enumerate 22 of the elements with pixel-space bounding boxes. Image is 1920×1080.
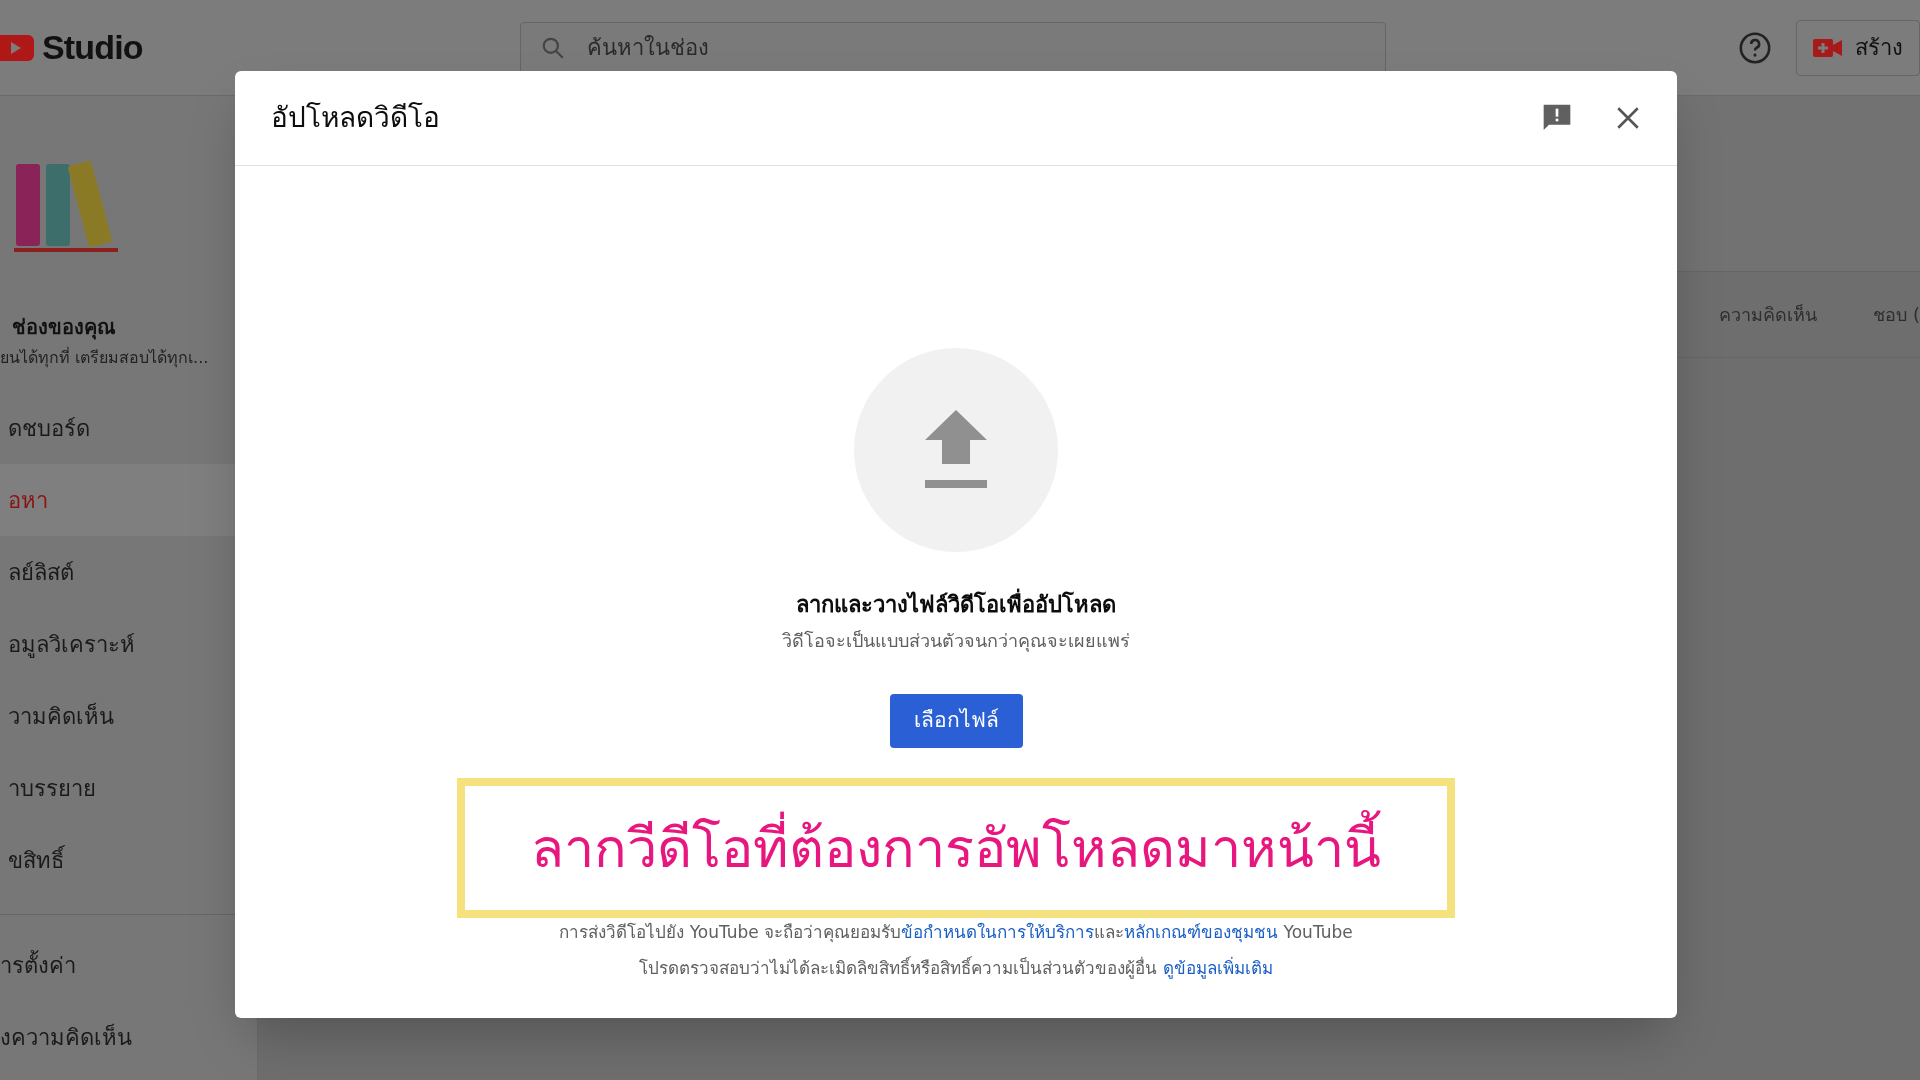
annotation-text: ลากวีดีโอที่ต้องการอัพโหลดมาหน้านี้ [531, 803, 1381, 893]
drop-title: ลากและวางไฟล์วิดีโอเพื่ออัปโหลด [796, 588, 1116, 621]
dialog-title: อัปโหลดวิดีโอ [271, 100, 440, 136]
create-button[interactable]: สร้าง [1796, 19, 1920, 76]
column-header: ชอบ ( [1873, 303, 1920, 327]
logo-text: Studio [42, 27, 143, 68]
terms-text: การส่งวิดีโอไปยัง YouTube จะถือว่าคุณยอมรับข้อกำหนดในการให้บริการและหลักเกณฑ์ของชุมชน YouTube [559, 921, 1353, 945]
terms-text: โปรดตรวจสอบว่าไม่ได้ละเมิดลิขสิทธิ์หรือสิทธิ์ความเป็นส่วนตัวของผู้อื่น ดูข้อมูลเพิ่มเติม [639, 955, 1273, 981]
terms-link[interactable]: ข้อกำหนดในการให้บริการ [901, 922, 1095, 942]
search-field[interactable]: ค้นหาในช่อง [520, 21, 1386, 74]
terms-link[interactable]: หลักเกณฑ์ของชุมชน [1124, 922, 1279, 942]
terms-link[interactable]: ดูข้อมูลเพิ่มเติม [1162, 957, 1273, 978]
upload-arrow-icon [925, 410, 987, 490]
column-header: ความคิดเห็น [1719, 303, 1818, 327]
sidebar-item[interactable]: งความคิดเห็น [0, 1001, 257, 1073]
close-icon[interactable] [1615, 105, 1641, 131]
help-icon[interactable] [1738, 30, 1772, 65]
drop-subtitle: วิดีโอจะเป็นแบบส่วนตัวจนกว่าคุณจะเผยแพร่ [782, 629, 1130, 654]
channel-subtitle: ยนได้ทุกที่ เตรียมสอบได้ทุกเ... [0, 346, 210, 370]
select-file-button[interactable]: เลือกไฟล์ [889, 694, 1023, 748]
video-camera-icon [1813, 36, 1843, 59]
channel-name: ช่องของคุณ [11, 314, 117, 342]
